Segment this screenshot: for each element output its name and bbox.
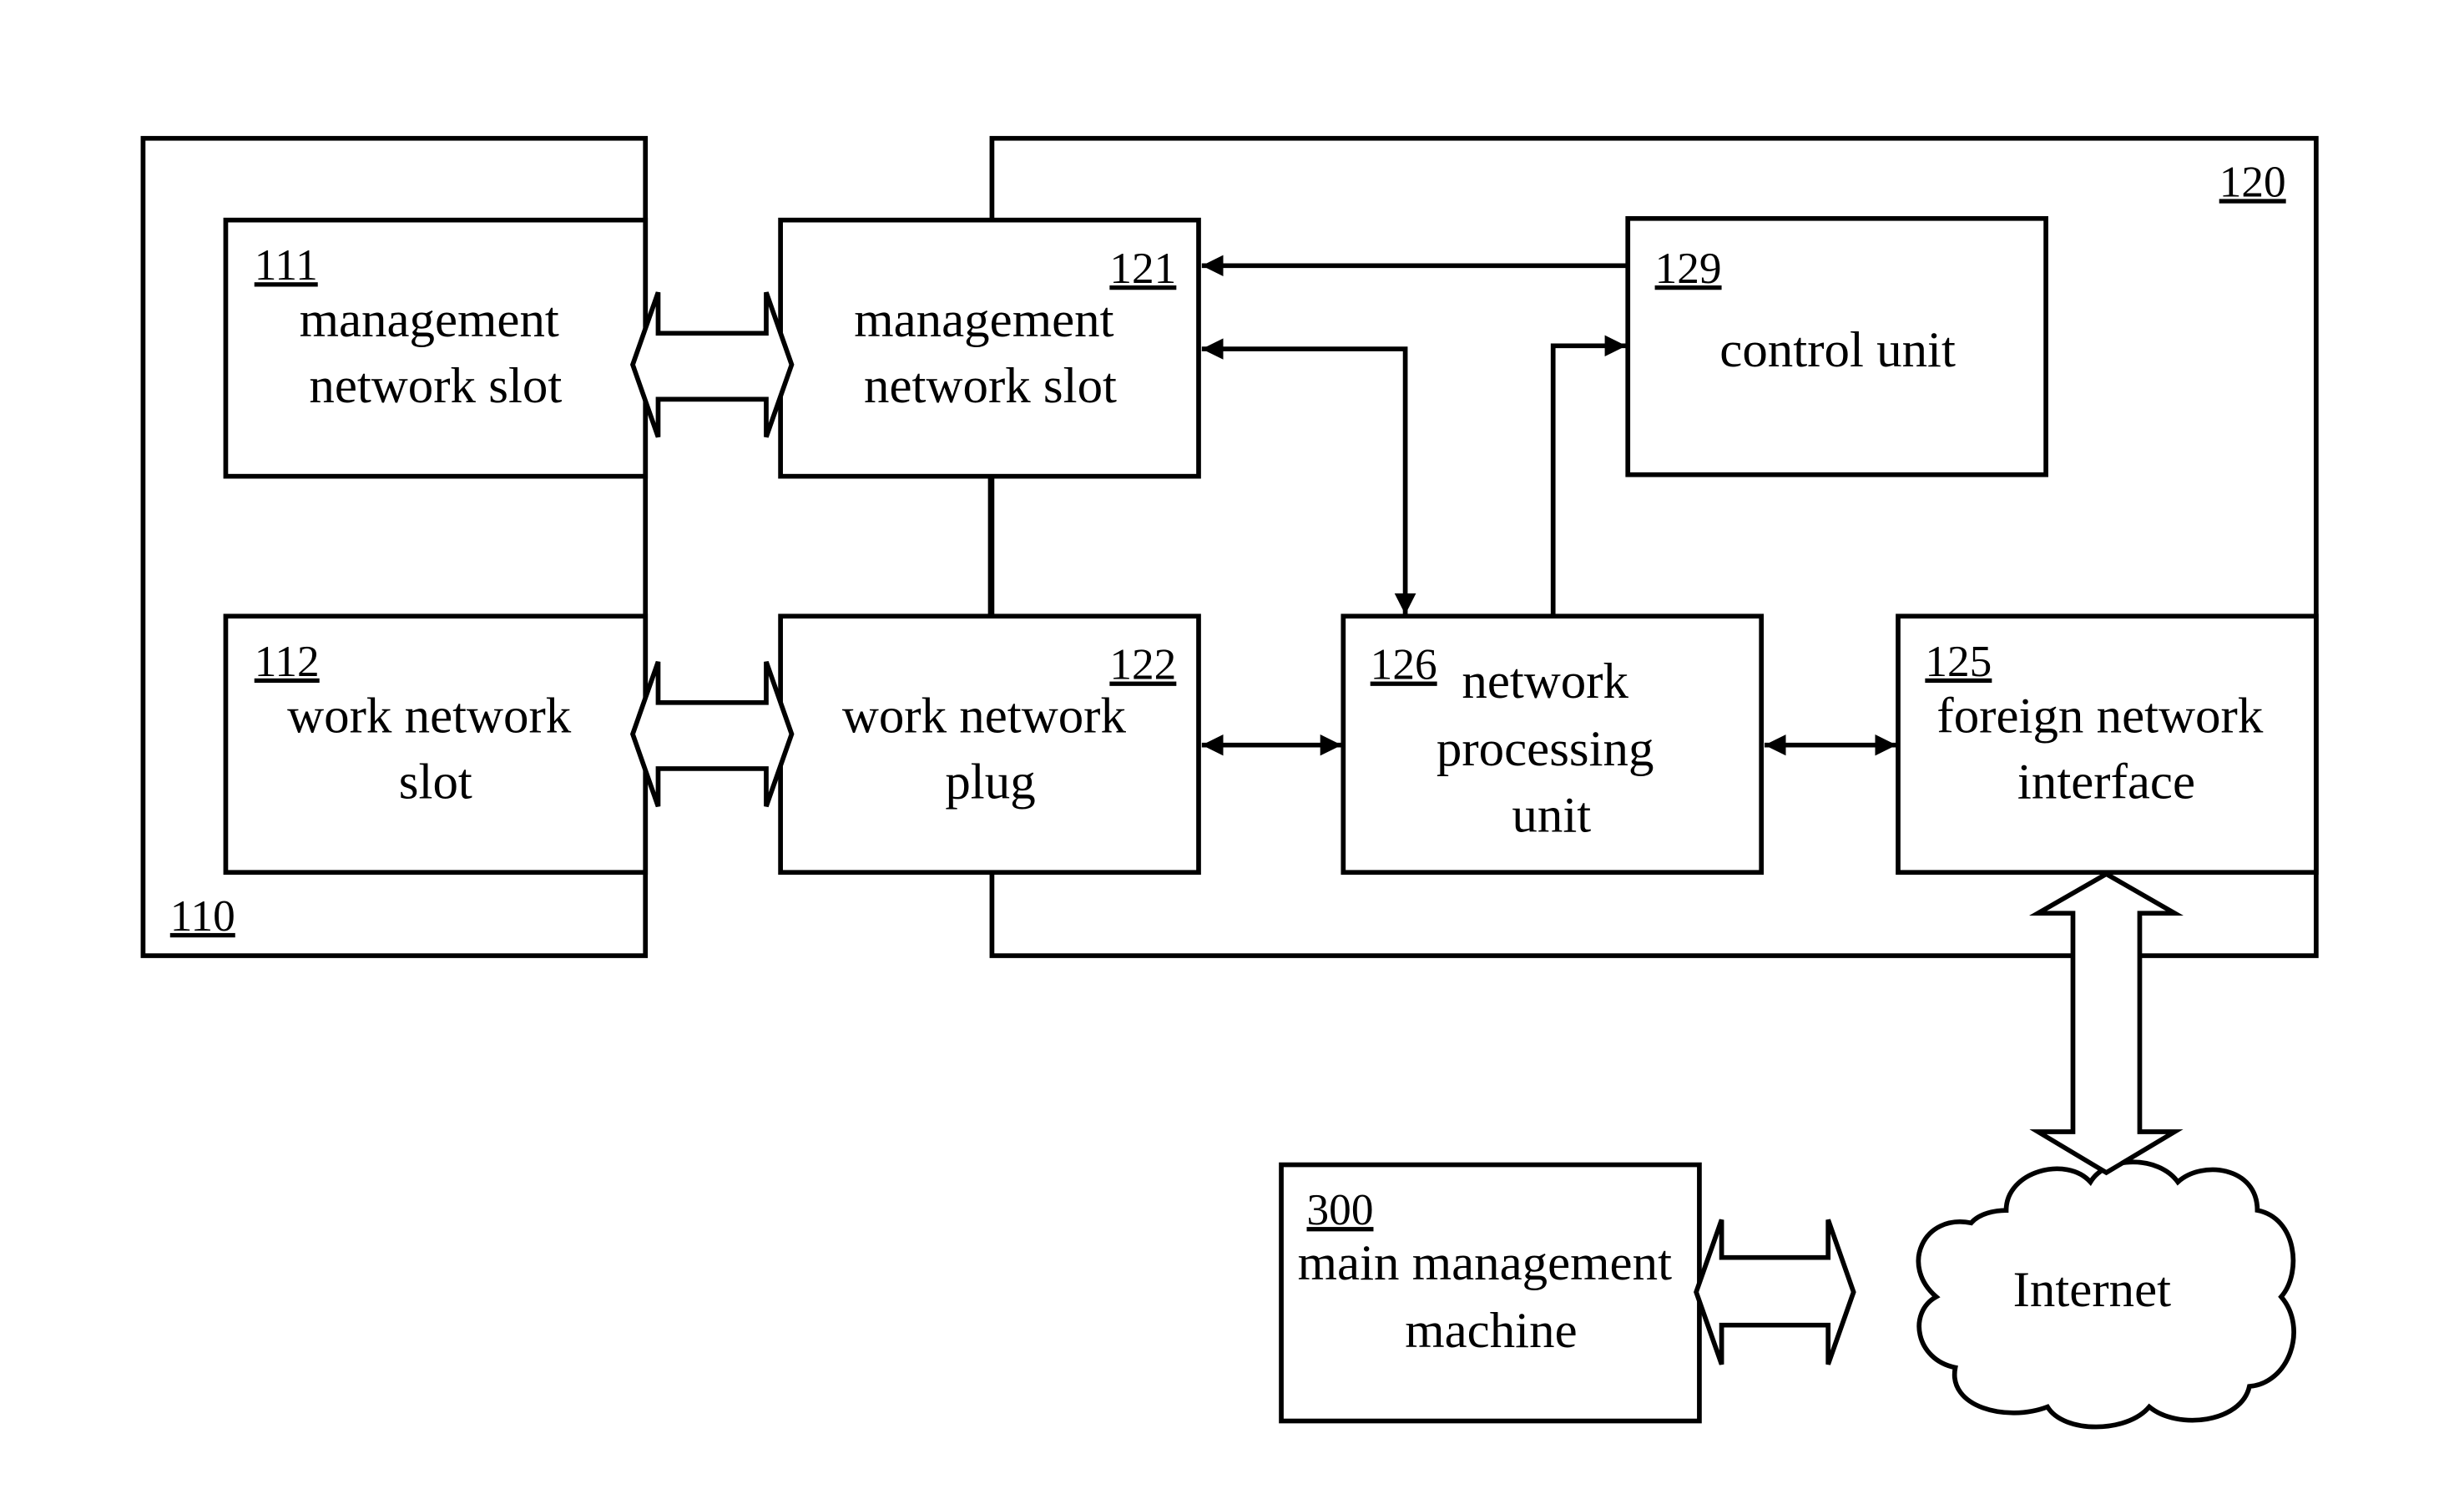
label-line2: network slot (864, 358, 1117, 414)
arrow-126-to-129 (1550, 335, 1627, 617)
ref-300: 300 (1307, 1186, 1374, 1234)
ref-110: 110 (170, 892, 235, 941)
bus-arrow-300-internet (1694, 1219, 1856, 1365)
label-line1: management (854, 292, 1113, 348)
label-line2: interface (2017, 754, 2195, 810)
block-126-network-processing-unit: 126 network processing unit (1341, 613, 1765, 876)
label-line1: network (1462, 654, 1628, 709)
ref-122: 122 (1109, 641, 1176, 689)
label-line1: main management (1298, 1235, 1673, 1291)
label-line1: foreign network (1936, 689, 2264, 744)
label-line1: management (300, 292, 559, 348)
bus-arrow-111-121 (629, 291, 795, 438)
internet-label: Internet (2013, 1262, 2172, 1318)
label-line3: unit (1512, 788, 1591, 844)
label-line1: work network (287, 689, 572, 744)
label-line2: plug (945, 754, 1035, 810)
label-line1: work network (842, 689, 1127, 744)
network-diagram: 110 120 111 management network slot 112 … (140, 135, 2319, 1430)
block-129-control-unit: 129 control unit (1625, 215, 2048, 477)
ref-121: 121 (1109, 245, 1176, 293)
bus-arrow-125-internet (2028, 871, 2184, 1176)
block-300-main-management-machine: 300 main management machine (1279, 1162, 1702, 1424)
ref-129: 129 (1655, 245, 1722, 293)
arrow-121-126 (1201, 338, 1416, 615)
block-111-management-network-slot: 111 management network slot (223, 217, 649, 479)
block-112-work-network-slot: 112 work network slot (223, 613, 649, 876)
label-line2: processing (1436, 721, 1654, 777)
ref-125: 125 (1925, 638, 1992, 686)
label-line2: slot (399, 754, 472, 810)
label-line2: machine (1405, 1303, 1577, 1359)
ref-111: 111 (255, 241, 318, 290)
ref-112: 112 (255, 638, 320, 686)
block-125-foreign-network-interface: 125 foreign network interface (1896, 613, 2319, 876)
label-line2: network slot (309, 358, 562, 414)
bus-arrow-112-122 (629, 660, 795, 808)
ref-120: 120 (2219, 159, 2286, 207)
internet-cloud: Internet (1916, 1159, 2296, 1430)
label-line1: control unit (1719, 322, 1956, 378)
block-121-management-network-slot: 121 management network slot (778, 217, 1201, 479)
ref-126: 126 (1371, 641, 1437, 689)
block-122-work-network-plug: 122 work network plug (778, 613, 1201, 876)
